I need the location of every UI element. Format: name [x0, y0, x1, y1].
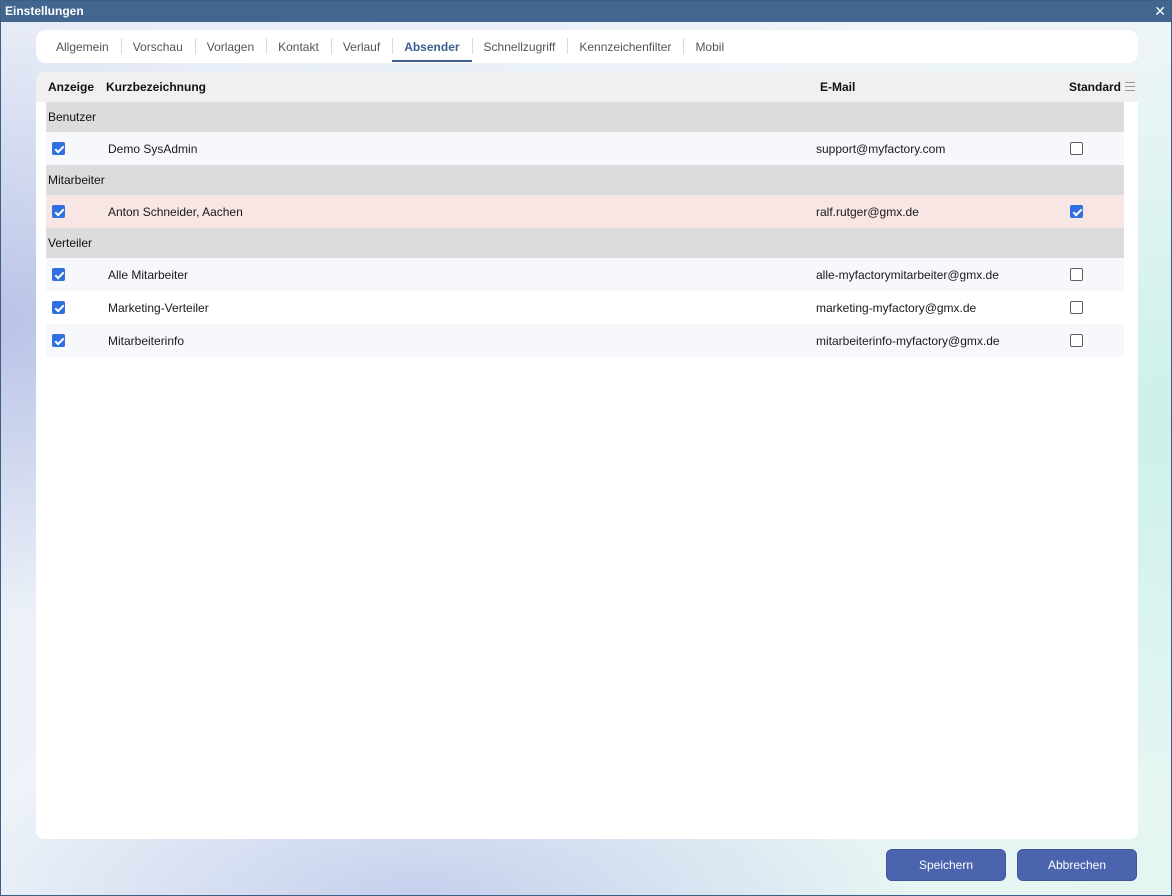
table-row[interactable]: Alle Mitarbeiter alle-myfactorymitarbeite… — [46, 258, 1124, 291]
anzeige-checkbox[interactable] — [52, 268, 65, 281]
tab-schnellzugriff[interactable]: Schnellzugriff — [471, 30, 568, 63]
standard-checkbox[interactable] — [1070, 268, 1083, 281]
kurzbezeichnung-cell: Marketing-Verteiler — [108, 301, 209, 315]
close-icon[interactable]: ✕ — [1154, 3, 1166, 19]
tab-absender[interactable]: Absender — [392, 30, 472, 63]
sender-grid: Anzeige Kurzbezeichnung E-Mail Standard … — [36, 72, 1138, 839]
group-row[interactable]: Benutzer — [46, 102, 1124, 132]
anzeige-checkbox[interactable] — [52, 301, 65, 314]
tab-kennzeichenfilter[interactable]: Kennzeichenfilter — [567, 30, 683, 63]
group-label: Mitarbeiter — [48, 173, 105, 187]
tab-allgemein[interactable]: Allgemein — [44, 30, 121, 63]
table-row[interactable]: Demo SysAdmin support@myfactory.com — [46, 132, 1124, 165]
standard-checkbox[interactable] — [1070, 142, 1083, 155]
table-row[interactable]: Anton Schneider, Aachen ralf.rutger@gmx.d… — [46, 195, 1124, 228]
column-header-kurzbezeichnung[interactable]: Kurzbezeichnung — [106, 80, 206, 94]
email-cell: support@myfactory.com — [816, 142, 946, 156]
tab-bar: Allgemein Vorschau Vorlagen Kontakt Verlauf A… — [36, 30, 1138, 63]
tab-vorlagen[interactable]: Vorlagen — [194, 30, 266, 63]
group-label: Benutzer — [48, 110, 97, 124]
email-cell: mitarbeiterinfo-myfactory@gmx.de — [816, 334, 1000, 348]
kurzbezeichnung-cell: Demo SysAdmin — [108, 142, 198, 156]
table-row[interactable]: Mitarbeiterinfo mitarbeiterinfo-myfactory… — [46, 324, 1124, 357]
kurzbezeichnung-cell: Alle Mitarbeiter — [108, 268, 189, 282]
anzeige-checkbox[interactable] — [52, 142, 65, 155]
group-label: Verteiler — [48, 236, 93, 250]
title-bar[interactable]: Einstellungen ✕ — [1, 1, 1171, 22]
email-cell: ralf.rutger@gmx.de — [816, 205, 919, 219]
column-header-standard[interactable]: Standard — [1069, 80, 1121, 94]
grid-body: Benutzer Demo SysAdmin support@myfactory.c… — [46, 102, 1124, 357]
column-header-email[interactable]: E-Mail — [820, 80, 855, 94]
cancel-button[interactable]: Abbrechen — [1017, 849, 1137, 881]
grid-header: Anzeige Kurzbezeichnung E-Mail Standard — [36, 72, 1138, 102]
kurzbezeichnung-cell: Mitarbeiterinfo — [108, 334, 185, 348]
email-cell: alle-myfactorymitarbeiter@gmx.de — [816, 268, 999, 282]
standard-checkbox[interactable] — [1070, 205, 1083, 218]
table-row[interactable]: Marketing-Verteiler marketing-myfactory@g… — [46, 291, 1124, 324]
anzeige-checkbox[interactable] — [52, 334, 65, 347]
standard-checkbox[interactable] — [1070, 334, 1083, 347]
group-row[interactable]: Mitarbeiter — [46, 165, 1124, 195]
kurzbezeichnung-cell: Anton Schneider, Aachen — [108, 205, 243, 219]
settings-dialog: Einstellungen ✕ Allgemein Vorschau Vorlage… — [0, 0, 1172, 896]
tab-kontakt[interactable]: Kontakt — [266, 30, 331, 63]
group-row[interactable]: Verteiler — [46, 228, 1124, 258]
email-cell: marketing-myfactory@gmx.de — [816, 301, 977, 315]
tab-verlauf[interactable]: Verlauf — [330, 30, 392, 63]
standard-checkbox[interactable] — [1070, 301, 1083, 314]
column-menu-icon[interactable] — [1125, 82, 1135, 91]
save-button[interactable]: Speichern — [886, 849, 1006, 881]
dialog-title: Einstellungen — [5, 4, 84, 18]
column-header-anzeige[interactable]: Anzeige — [48, 80, 94, 94]
anzeige-checkbox[interactable] — [52, 205, 65, 218]
tab-mobil[interactable]: Mobil — [683, 30, 736, 63]
tab-vorschau[interactable]: Vorschau — [120, 30, 195, 63]
